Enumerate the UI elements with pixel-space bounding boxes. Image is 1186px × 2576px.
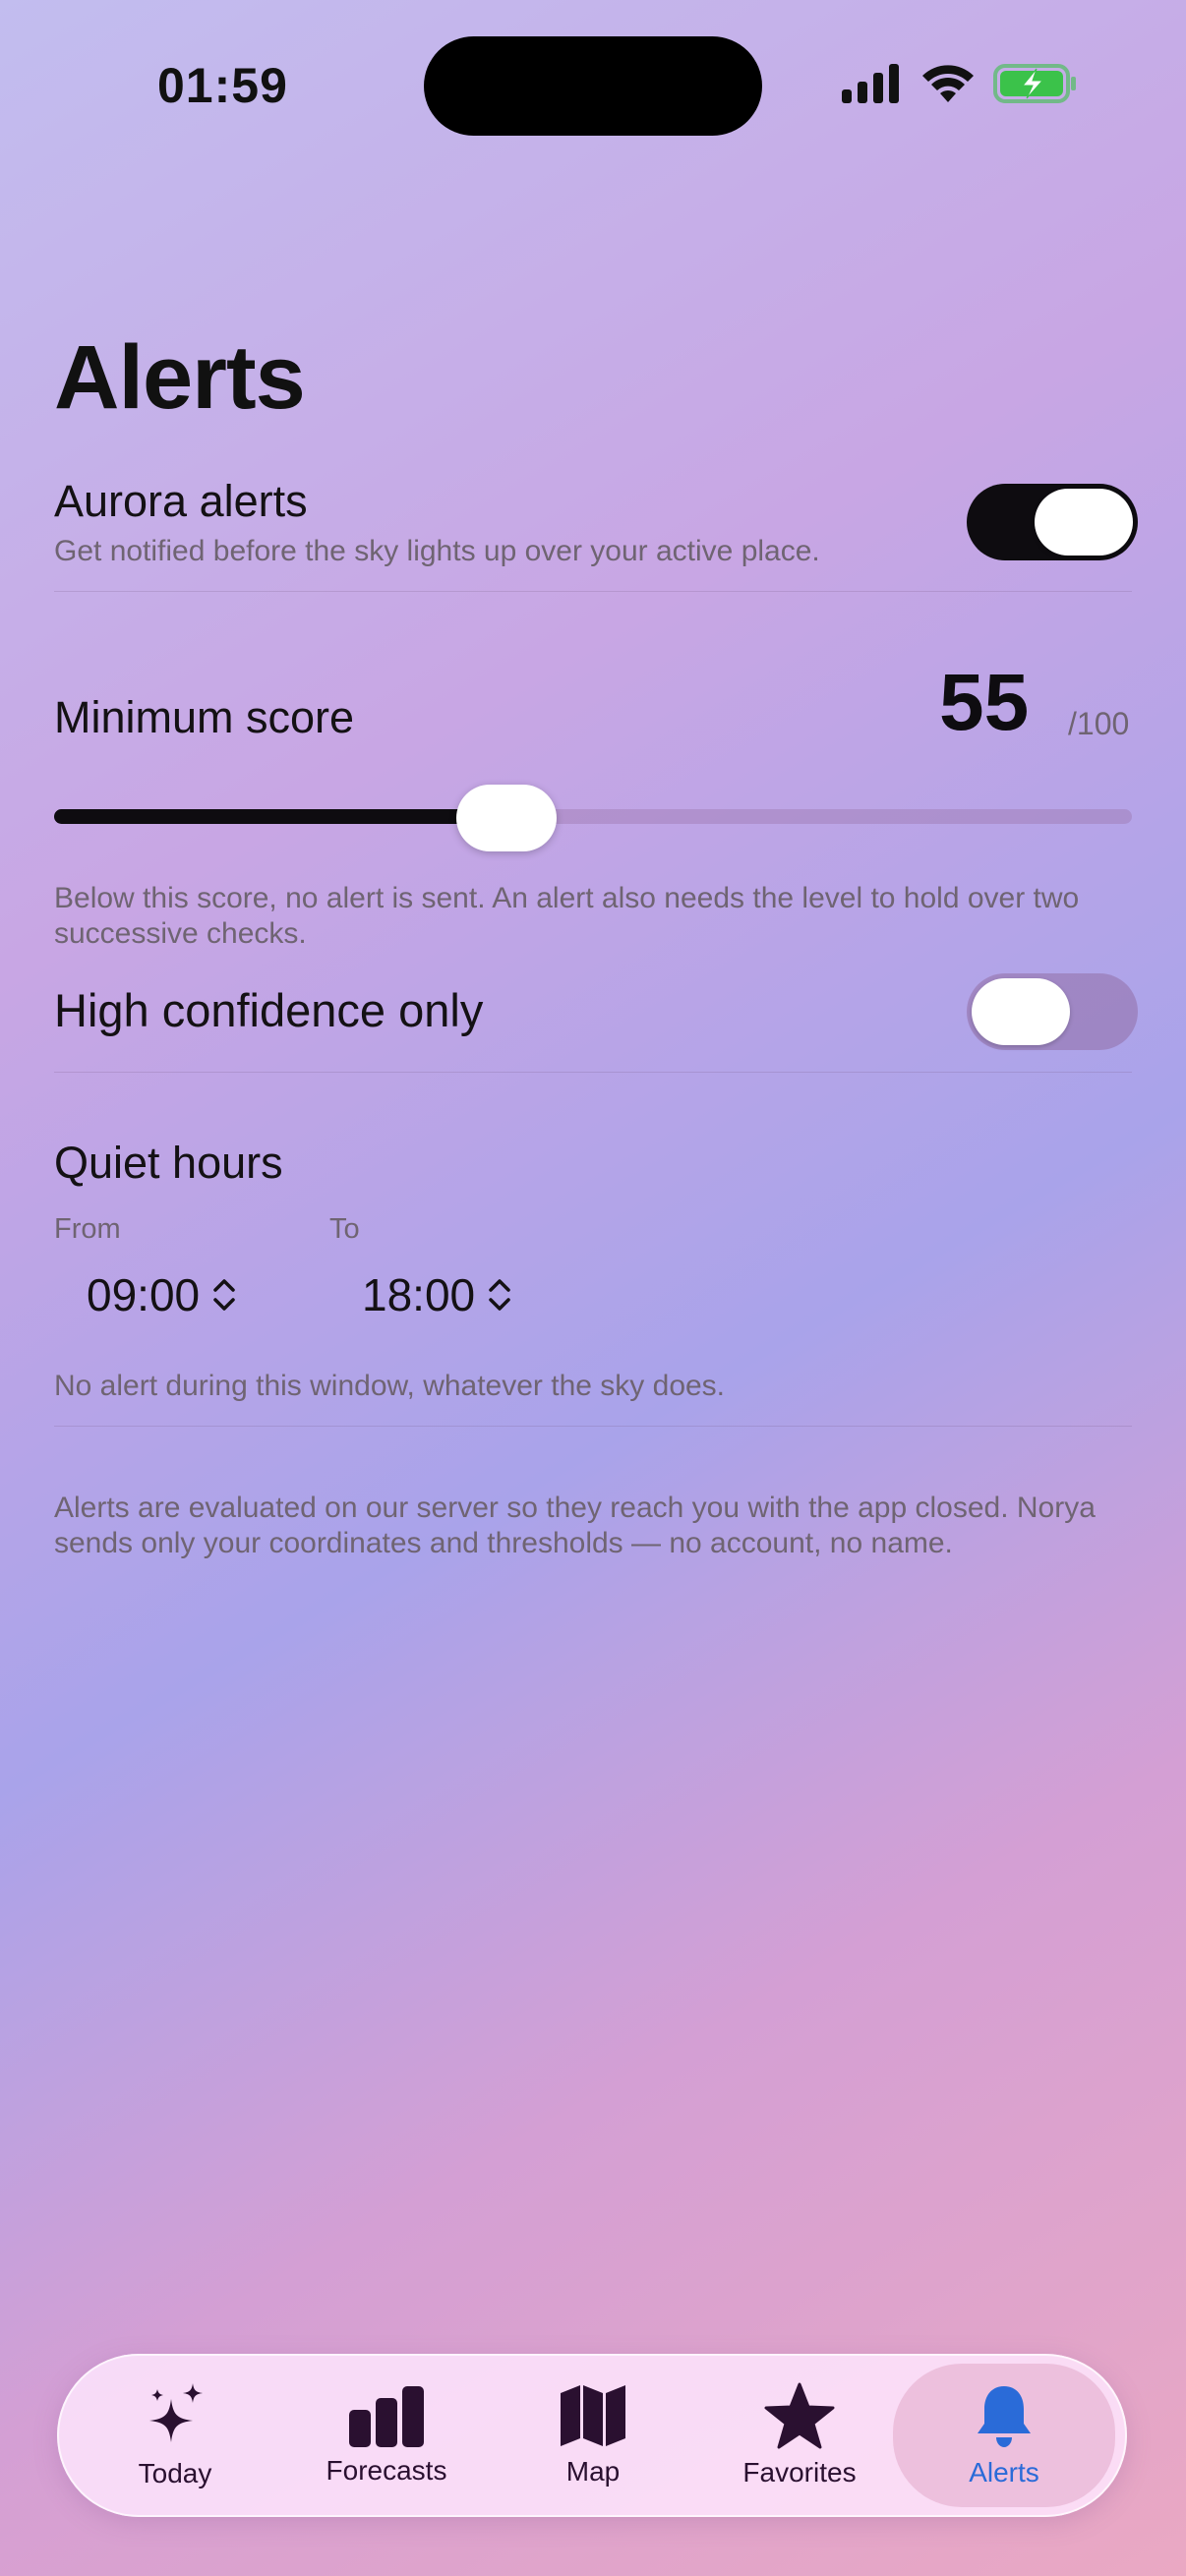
tab-forecasts-label: Forecasts bbox=[326, 2455, 447, 2486]
minimum-score-value: 55 bbox=[939, 658, 1030, 747]
to-time-value: 18:00 bbox=[362, 1269, 476, 1320]
tab-map-label: Map bbox=[565, 2456, 621, 2487]
page-title: Alerts bbox=[54, 327, 306, 428]
tab-today[interactable]: Today bbox=[87, 2354, 264, 2517]
quiet-hours-from-picker[interactable]: 09:00 bbox=[87, 1268, 237, 1321]
wifi-icon bbox=[922, 65, 974, 102]
minimum-score-max: /100 bbox=[1068, 706, 1130, 741]
from-time-value: 09:00 bbox=[87, 1269, 201, 1320]
tab-bar: Today Forecasts Map Favorites Alerts bbox=[57, 2354, 1127, 2517]
quiet-hours-label: Quiet hours bbox=[54, 1138, 283, 1188]
quiet-hours-description: No alert during this window, whatever th… bbox=[54, 1370, 726, 1402]
high-confidence-toggle[interactable] bbox=[967, 973, 1138, 1050]
status-icons bbox=[842, 63, 1078, 104]
high-confidence-label: High confidence only bbox=[54, 984, 484, 1036]
status-bar: 01:59 bbox=[0, 0, 1186, 177]
minimum-score-description: Below this score, no alert is sent. An a… bbox=[54, 882, 1080, 950]
tab-alerts[interactable]: Alerts bbox=[893, 2364, 1115, 2507]
divider bbox=[54, 1072, 1132, 1073]
dynamic-island bbox=[424, 36, 762, 136]
chevron-up-down-icon bbox=[213, 1279, 235, 1311]
map-icon bbox=[561, 2385, 625, 2446]
aurora-alerts-label: Aurora alerts bbox=[54, 476, 308, 526]
aurora-alerts-toggle[interactable] bbox=[967, 484, 1138, 560]
bell-icon bbox=[978, 2386, 1031, 2447]
toggle-knob bbox=[1035, 489, 1133, 556]
tab-map[interactable]: Map bbox=[504, 2354, 682, 2517]
tab-favorites-label: Favorites bbox=[742, 2457, 857, 2488]
tab-alerts-label: Alerts bbox=[969, 2457, 1039, 2488]
aurora-alerts-description: Get notified before the sky lights up ov… bbox=[54, 535, 820, 567]
quiet-hours-from-label: From bbox=[54, 1213, 121, 1245]
star-icon bbox=[764, 2382, 835, 2449]
bar-chart-icon bbox=[349, 2386, 424, 2447]
slider-fill bbox=[54, 809, 507, 824]
signal-icon bbox=[842, 64, 899, 103]
quiet-hours-to-label: To bbox=[329, 1213, 360, 1245]
minimum-score-label: Minimum score bbox=[54, 692, 355, 742]
toggle-knob bbox=[972, 978, 1070, 1045]
divider bbox=[54, 1426, 1132, 1427]
sparkles-icon bbox=[149, 2383, 203, 2442]
tab-forecasts[interactable]: Forecasts bbox=[293, 2354, 480, 2517]
divider bbox=[54, 591, 1132, 592]
chevron-up-down-icon bbox=[489, 1279, 510, 1311]
server-evaluation-note: Alerts are evaluated on our server so th… bbox=[54, 1492, 1096, 1559]
tab-favorites[interactable]: Favorites bbox=[706, 2354, 893, 2517]
battery-charging-icon bbox=[993, 64, 1076, 103]
quiet-hours-to-picker[interactable]: 18:00 bbox=[362, 1268, 512, 1321]
minimum-score-slider-track[interactable] bbox=[54, 809, 1132, 824]
tab-today-label: Today bbox=[138, 2458, 212, 2488]
minimum-score-slider-thumb[interactable] bbox=[456, 785, 558, 851]
status-time: 01:59 bbox=[157, 58, 288, 113]
